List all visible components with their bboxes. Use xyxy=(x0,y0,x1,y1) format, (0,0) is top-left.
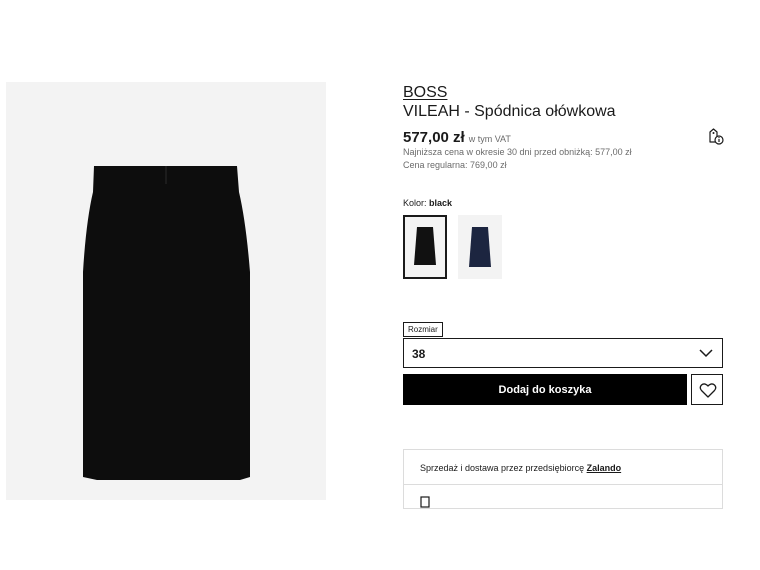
color-label: Kolor: xyxy=(403,198,427,208)
color-swatch-navy[interactable] xyxy=(458,215,502,279)
color-selection-label: Kolor: black xyxy=(403,198,452,208)
regular-price-note: Cena regularna: 769,00 zł xyxy=(403,160,507,170)
vat-note: w tym VAT xyxy=(468,134,511,144)
size-select[interactable]: 38 xyxy=(403,338,723,368)
seller-divider xyxy=(404,484,722,485)
size-label: Rozmiar xyxy=(403,322,443,337)
add-to-cart-button[interactable]: Dodaj do koszyka xyxy=(403,374,687,405)
size-value: 38 xyxy=(412,347,426,361)
selected-color: black xyxy=(429,198,453,208)
seller-description: Sprzedaż i dostawa przez przedsiębiorcę xyxy=(420,463,585,473)
seller-info-box: Sprzedaż i dostawa przez przedsiębiorcę … xyxy=(403,449,723,509)
price: 577,00 zł xyxy=(403,129,465,146)
product-image-gallery[interactable] xyxy=(6,82,326,500)
seller-text: Sprzedaż i dostawa przez przedsiębiorcę … xyxy=(420,463,621,473)
swatch-navy-image xyxy=(469,227,491,267)
heart-icon xyxy=(699,383,717,398)
brand-link[interactable]: BOSS xyxy=(403,84,447,102)
product-image xyxy=(83,166,250,480)
price-tag-info-icon[interactable] xyxy=(705,126,725,146)
color-swatch-black[interactable] xyxy=(403,215,447,279)
seller-link[interactable]: Zalando xyxy=(587,463,622,473)
wishlist-button[interactable] xyxy=(691,374,723,405)
lowest-price-note: Najniższa cena w okresie 30 dni przed ob… xyxy=(403,147,632,157)
product-title: VILEAH - Spódnica ołówkowa xyxy=(403,103,616,120)
price-row: 577,00 zł w tym VAT xyxy=(403,129,511,147)
chevron-down-icon xyxy=(699,349,713,358)
delivery-icon xyxy=(420,496,430,508)
swatch-black-image xyxy=(414,227,436,265)
